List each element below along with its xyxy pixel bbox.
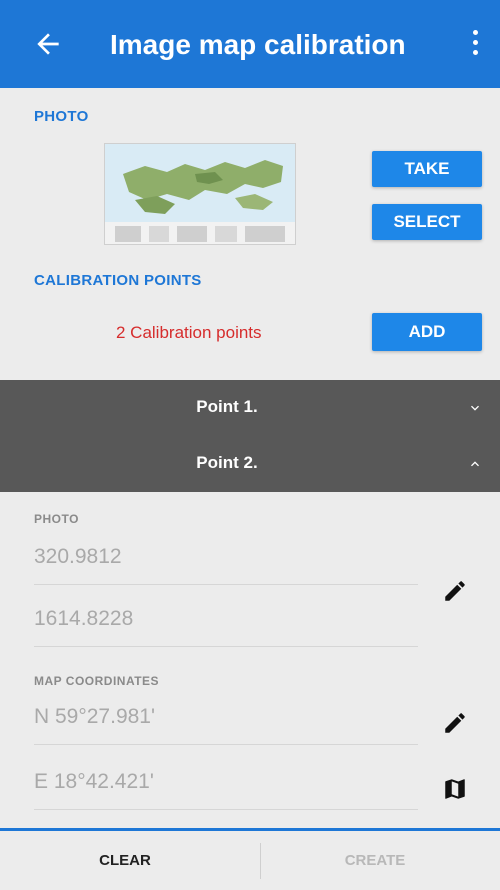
photo-section-label: PHOTO — [34, 108, 89, 125]
edit-map-coords-icon[interactable] — [442, 710, 468, 736]
latitude-field[interactable]: N 59°27.981' — [34, 705, 418, 745]
app-bar: Image map calibration — [0, 0, 500, 88]
add-calibration-point-button[interactable]: ADD — [372, 313, 482, 351]
photo-x-field[interactable]: 320.9812 — [34, 545, 418, 585]
chevron-down-icon — [471, 405, 479, 411]
select-photo-button[interactable]: SELECT — [372, 204, 482, 240]
photo-y-value: 1614.8228 — [34, 607, 134, 630]
bottom-action-bar: CLEAR CREATE — [0, 828, 500, 890]
create-button[interactable]: CREATE — [250, 831, 500, 890]
more-vert-icon[interactable] — [468, 30, 482, 60]
point-2-header[interactable]: Point 2. — [0, 436, 500, 492]
clear-button[interactable]: CLEAR — [0, 831, 250, 890]
point-photo-label: PHOTO — [34, 512, 79, 526]
point-1-label: Point 1. — [196, 397, 258, 416]
page-title: Image map calibration — [110, 29, 406, 60]
longitude-value: E 18°42.421' — [34, 770, 154, 793]
photo-y-field[interactable]: 1614.8228 — [34, 607, 418, 647]
arrow-back-icon[interactable] — [32, 28, 64, 60]
edit-photo-coords-icon[interactable] — [442, 578, 468, 604]
map-icon[interactable] — [442, 776, 468, 802]
calibration-points-label: CALIBRATION POINTS — [34, 272, 202, 289]
point-1-header[interactable]: Point 1. — [0, 380, 500, 436]
point-2-label: Point 2. — [196, 453, 258, 472]
calibration-count-text: 2 Calibration points — [116, 323, 262, 342]
longitude-field[interactable]: E 18°42.421' — [34, 770, 418, 810]
map-coordinates-label: MAP COORDINATES — [34, 674, 160, 688]
latitude-value: N 59°27.981' — [34, 705, 155, 728]
chevron-up-icon — [471, 461, 479, 467]
photo-x-value: 320.9812 — [34, 545, 122, 568]
take-photo-button[interactable]: TAKE — [372, 151, 482, 187]
photo-thumbnail — [104, 143, 296, 245]
